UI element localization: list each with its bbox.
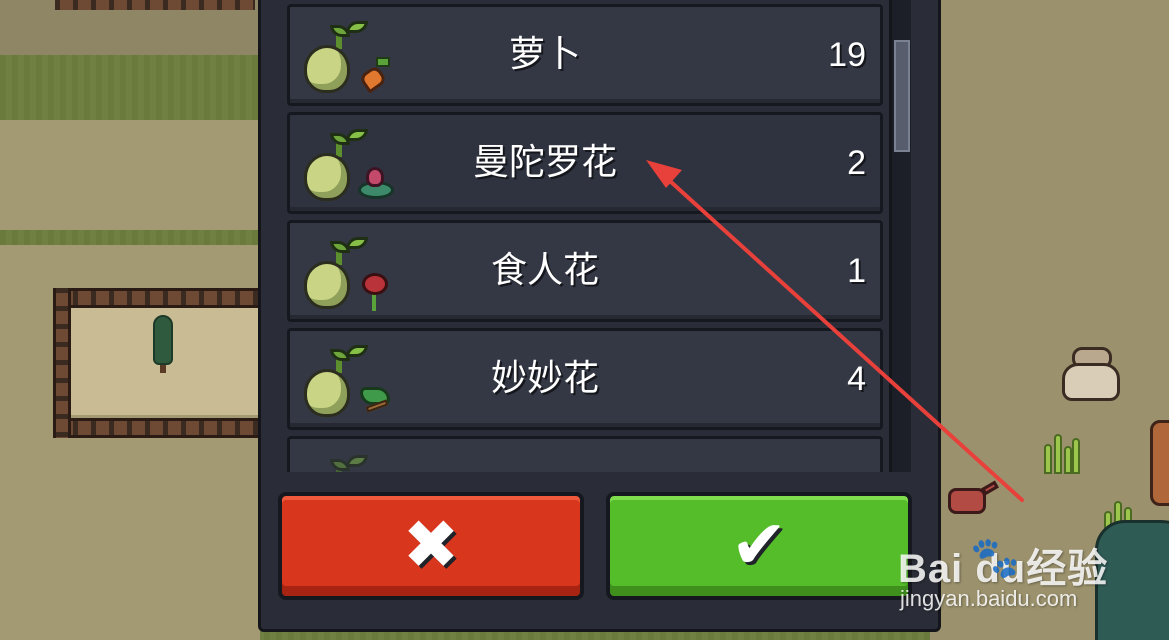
seed-bag-icon <box>300 453 392 472</box>
seed-bag-icon <box>300 235 392 313</box>
fence <box>55 0 255 10</box>
confirm-button[interactable]: ✔ <box>606 492 912 600</box>
close-icon: ✖ <box>402 506 460 585</box>
watermark: Bai du经验 🐾 jingyan.baidu.com <box>898 535 1158 636</box>
watering-can-icon[interactable] <box>940 480 999 516</box>
list-item[interactable]: 食人花 1 <box>287 220 883 322</box>
seed-bag-icon <box>300 343 392 421</box>
watermark-url: jingyan.baidu.com <box>900 586 1078 611</box>
list-item[interactable]: 妙妙花 4 <box>287 328 883 430</box>
tree-icon <box>153 315 173 373</box>
fence <box>55 418 260 438</box>
seed-sack-icon[interactable] <box>1060 345 1122 403</box>
seed-count: 19 <box>828 36 866 74</box>
seed-bag-icon <box>300 19 392 97</box>
list-item[interactable] <box>287 436 883 472</box>
scrollbar[interactable] <box>889 0 911 472</box>
seed-name: 食人花 <box>490 250 599 291</box>
seed-name: 曼陀罗花 <box>472 142 617 183</box>
seed-count: 1 <box>847 252 866 290</box>
paw-icon: 🐾 <box>970 535 1020 581</box>
fence <box>55 288 260 308</box>
grass-tuft-icon <box>1040 432 1084 474</box>
list-item[interactable]: 曼陀罗花 2 <box>287 112 883 214</box>
checkmark-icon: ✔ <box>730 506 788 585</box>
fence <box>53 288 71 438</box>
cancel-button[interactable]: ✖ <box>278 492 584 600</box>
man-eater-flower-icon <box>356 271 392 311</box>
seed-count: 2 <box>847 144 866 182</box>
seed-name: 萝卜 <box>508 34 581 75</box>
dirt-path <box>0 120 260 230</box>
seed-bag-icon <box>300 127 394 205</box>
seed-list[interactable]: 萝卜 19 曼陀罗花 2 食人花 1 妙妙花 4 <box>287 0 883 472</box>
vine-flower-icon <box>356 379 392 419</box>
list-item[interactable]: 萝卜 19 <box>287 4 883 106</box>
mandrake-flower-icon <box>356 163 394 203</box>
scrollbar-thumb[interactable] <box>894 40 910 152</box>
seed-count: 4 <box>847 360 866 398</box>
plant-icon <box>1150 420 1169 506</box>
seed-name: 妙妙花 <box>490 358 599 399</box>
carrot-icon <box>356 55 392 95</box>
